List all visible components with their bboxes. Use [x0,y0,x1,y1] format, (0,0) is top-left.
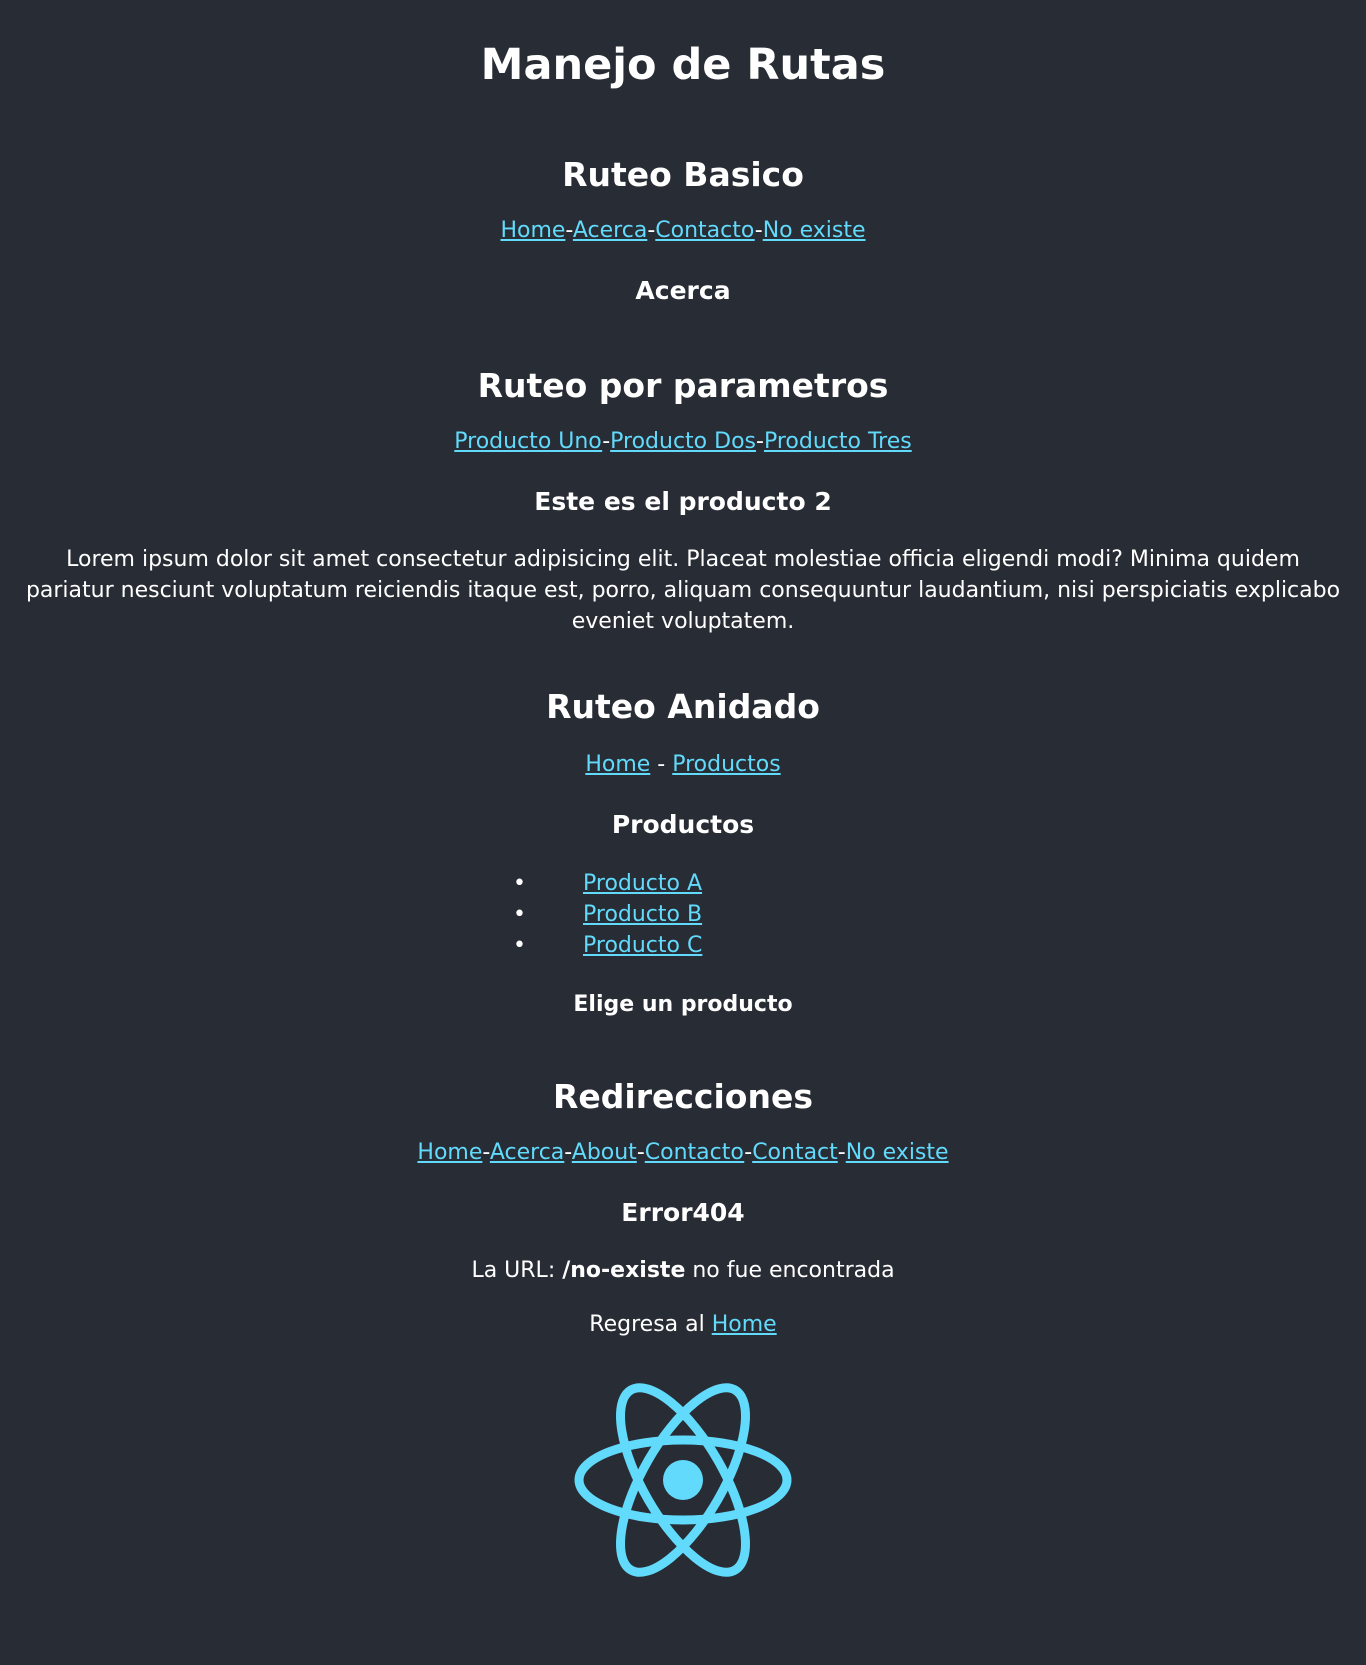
nav-link-home[interactable]: Home [585,752,650,777]
nested-routing-section: Ruteo Anidado Home - Productos Productos… [0,687,1366,1019]
nav-separator: - [602,429,611,454]
params-routing-section: Ruteo por parametros Producto Uno-Produc… [0,366,1366,637]
nav-separator: - [650,752,673,777]
back-home-message: Regresa al Home [0,1310,1366,1340]
basic-routing-section: Ruteo Basico Home-Acerca-Contacto-No exi… [0,155,1366,306]
redirects-heading: Redirecciones [552,1077,813,1116]
error-url-path: /no-existe [562,1258,686,1283]
back-home-link[interactable]: Home [712,1312,777,1337]
error-message: La URL: /no-existe no fue encontrada [0,1256,1366,1286]
product-title: Este es el producto 2 [534,487,832,516]
list-item: • Producto B [513,899,853,930]
nav-link-producto-dos[interactable]: Producto Dos [610,429,756,454]
nav-link-contact[interactable]: Contact [752,1140,838,1165]
product-link-a[interactable]: Producto A [583,871,702,896]
redirects-section: Redirecciones Home-Acerca-About-Contacto… [0,1077,1366,1340]
error-title: Error404 [621,1198,745,1227]
nav-link-productos[interactable]: Productos [672,752,780,777]
nav-separator: - [636,1140,645,1165]
error-message-suffix: no fue encontrada [685,1258,895,1283]
nav-separator: - [565,218,573,243]
product-link-c[interactable]: Producto C [583,933,702,958]
bullet: • [513,933,526,958]
nested-routing-heading: Ruteo Anidado [546,687,820,726]
bullet: • [513,902,526,927]
nav-separator: - [754,218,763,243]
product-description: Lorem ipsum dolor sit amet consectetur a… [25,547,1341,634]
nav-link-about[interactable]: About [572,1140,637,1165]
nav-link-no-existe[interactable]: No existe [846,1140,949,1165]
basic-routing-current-page: Acerca [635,276,731,305]
list-item: • Producto A [513,868,853,899]
app-root: Manejo de Rutas Ruteo Basico Home-Acerca… [0,0,1366,1580]
products-subheading: Productos [611,810,755,839]
nav-link-acerca[interactable]: Acerca [573,218,647,243]
list-item: • Producto C [513,930,853,961]
page-title: Manejo de Rutas [480,40,886,90]
nav-link-home[interactable]: Home [500,218,565,243]
nav-link-contacto[interactable]: Contacto [645,1140,744,1165]
bullet: • [513,871,526,896]
nav-link-acerca[interactable]: Acerca [490,1140,564,1165]
nav-link-producto-tres[interactable]: Producto Tres [764,429,912,454]
nav-separator: - [482,1140,490,1165]
basic-routing-heading: Ruteo Basico [562,155,804,194]
choose-product-prompt: Elige un producto [573,992,793,1017]
error-message-prefix: La URL: [471,1258,563,1283]
nav-link-contacto[interactable]: Contacto [655,218,754,243]
back-home-prefix: Regresa al [589,1312,712,1337]
params-routing-heading: Ruteo por parametros [477,366,889,405]
nested-routing-nav: Home - Productos [0,750,1366,780]
redirects-nav: Home-Acerca-About-Contacto-Contact-No ex… [0,1138,1366,1168]
product-link-b[interactable]: Producto B [583,902,702,927]
nav-separator: - [744,1140,753,1165]
nav-separator: - [837,1140,846,1165]
products-list: • Producto A • Producto B • Producto C [0,868,1366,961]
nav-link-producto-uno[interactable]: Producto Uno [454,429,602,454]
nav-separator: - [756,429,764,454]
nav-link-home[interactable]: Home [417,1140,482,1165]
basic-routing-nav: Home-Acerca-Contacto-No existe [0,216,1366,246]
nav-separator: - [564,1140,572,1165]
nav-link-no-existe[interactable]: No existe [763,218,866,243]
params-routing-nav: Producto Uno-Producto Dos-Producto Tres [0,427,1366,457]
react-logo-icon [574,1383,792,1577]
